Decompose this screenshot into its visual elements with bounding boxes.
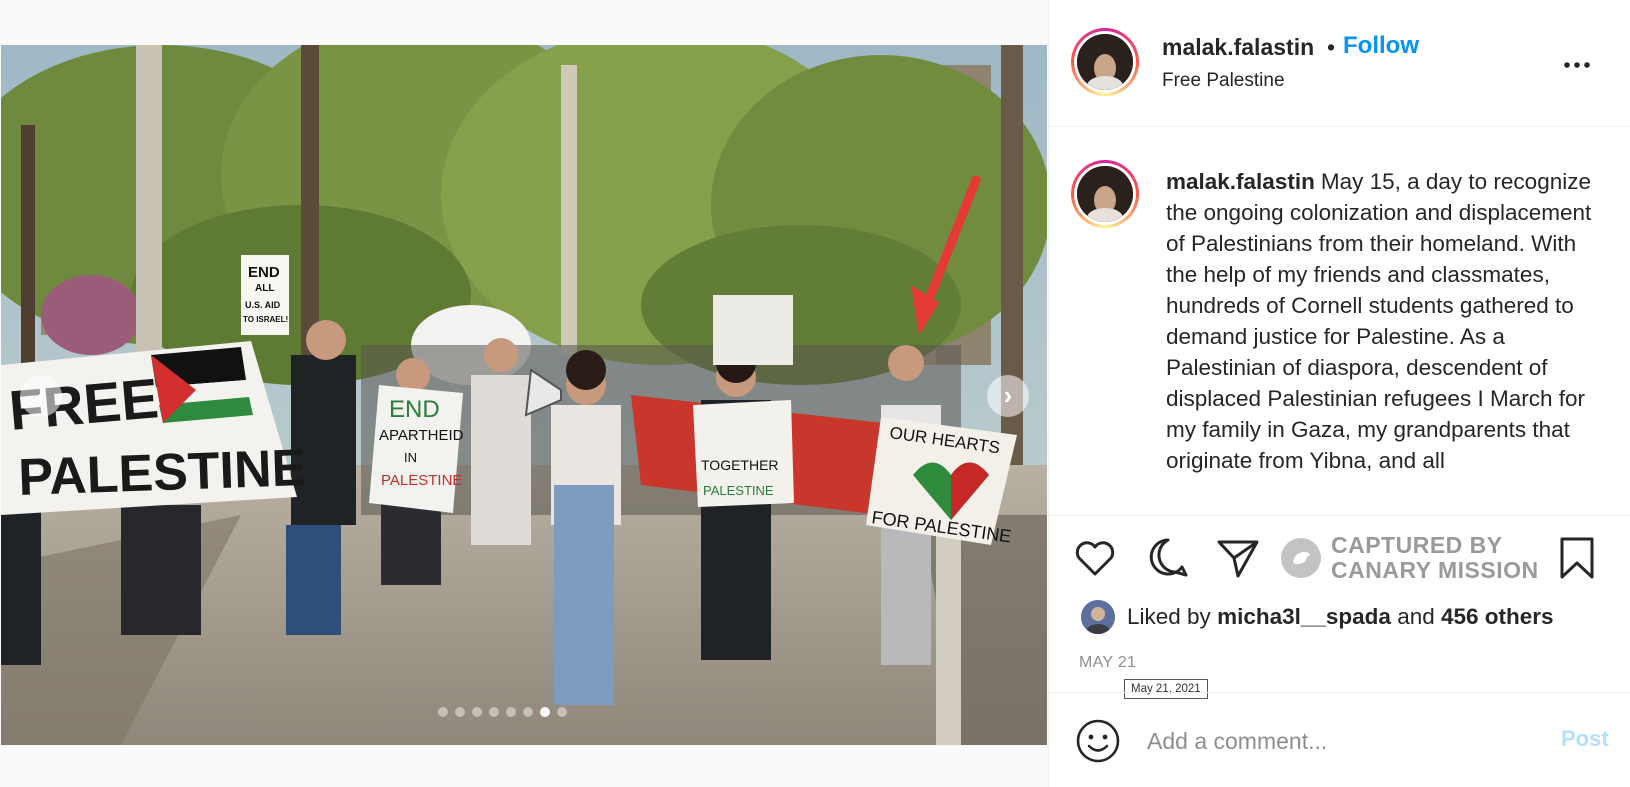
- carousel-dot: [540, 707, 550, 717]
- likes-summary: Liked by micha3l__spada and 456 others: [1081, 600, 1554, 634]
- banner-text-palestine: PALESTINE: [17, 439, 307, 507]
- canary-mission-watermark: CAPTURED BY CANARY MISSION: [1281, 533, 1539, 583]
- watermark-line-2: CANARY MISSION: [1331, 557, 1539, 583]
- sign-apartheid-2: APARTHEID: [379, 427, 464, 444]
- carousel-dot: [557, 707, 567, 717]
- carousel-dot: [438, 707, 448, 717]
- emoji-button[interactable]: [1075, 718, 1121, 764]
- likes-and: and: [1397, 604, 1435, 629]
- carousel-dot: [523, 707, 533, 717]
- more-horizontal-icon: [1564, 62, 1590, 68]
- save-button[interactable]: [1553, 534, 1601, 582]
- share-button[interactable]: [1214, 534, 1262, 582]
- caption-text: malak.falastin May 15, a day to recognize…: [1166, 166, 1606, 476]
- author-username[interactable]: malak.falastin: [1162, 34, 1314, 61]
- post-location[interactable]: Free Palestine: [1162, 70, 1285, 92]
- sign-end-aid-4: TO ISRAEL!: [243, 315, 288, 324]
- protest-photo-illustration: FREE PALESTINE END ALL U.S. AID TO ISRAE…: [1, 45, 1047, 745]
- author-avatar[interactable]: [1071, 28, 1139, 96]
- avatar-photo: [1077, 34, 1133, 90]
- sign-together-2: PALESTINE: [703, 483, 774, 498]
- comment-button[interactable]: [1144, 534, 1192, 582]
- caption-body: May 15, a day to recognize the ongoing c…: [1166, 169, 1592, 473]
- likes-prefix: Liked by: [1127, 604, 1211, 629]
- chevron-right-icon: ›: [1003, 379, 1013, 410]
- liker-username[interactable]: micha3l__spada: [1217, 604, 1391, 629]
- post-date[interactable]: MAY 21: [1079, 654, 1136, 672]
- smiley-icon: [1076, 719, 1120, 763]
- action-bar: CAPTURED BY CANARY MISSION: [1049, 530, 1630, 590]
- caption-username[interactable]: malak.falastin: [1166, 169, 1315, 194]
- carousel-indicator: [438, 707, 567, 717]
- post-photo[interactable]: FREE PALESTINE END ALL U.S. AID TO ISRAE…: [1, 45, 1047, 745]
- heart-icon: [1075, 541, 1115, 576]
- paper-plane-icon: [1217, 540, 1259, 578]
- comment-icon: [1149, 538, 1188, 577]
- post-sidebar: malak.falastin • Follow Free Palestine m…: [1048, 0, 1630, 787]
- comment-input[interactable]: [1147, 723, 1517, 759]
- media-pane: FREE PALESTINE END ALL U.S. AID TO ISRAE…: [0, 0, 1048, 787]
- carousel-dot: [455, 707, 465, 717]
- avatar-photo: [1077, 166, 1133, 222]
- carousel-next-button[interactable]: ›: [987, 375, 1029, 417]
- follow-button[interactable]: Follow: [1343, 32, 1419, 60]
- separator-dot: •: [1327, 34, 1336, 60]
- carousel-dot: [489, 707, 499, 717]
- canary-bird-icon: [1281, 538, 1321, 578]
- likes-others[interactable]: 456 others: [1441, 604, 1554, 629]
- more-options-button[interactable]: [1559, 50, 1595, 74]
- chevron-left-icon: ‹: [36, 379, 46, 410]
- sign-end-aid-3: U.S. AID: [245, 300, 281, 310]
- post-header: malak.falastin • Follow Free Palestine: [1049, 0, 1630, 127]
- caption-area: malak.falastin May 15, a day to recognize…: [1049, 128, 1630, 516]
- liker-avatar[interactable]: [1081, 600, 1115, 634]
- sign-end-aid-1: END: [248, 264, 280, 281]
- likes-text: Liked by micha3l__spada and 456 others: [1127, 604, 1554, 630]
- comment-bar: Post: [1049, 692, 1630, 787]
- post-comment-button[interactable]: Post: [1561, 726, 1609, 752]
- sign-apartheid-1: END: [389, 396, 440, 423]
- bookmark-icon: [1560, 537, 1594, 579]
- carousel-prev-button[interactable]: ‹: [20, 375, 62, 417]
- sign-together-1: TOGETHER: [701, 457, 779, 473]
- carousel-dot: [506, 707, 516, 717]
- caption-author-avatar[interactable]: [1071, 160, 1139, 228]
- sign-end-aid-2: ALL: [255, 283, 274, 294]
- carousel-dot: [472, 707, 482, 717]
- watermark-line-1: CAPTURED BY: [1331, 532, 1503, 558]
- like-button[interactable]: [1071, 534, 1119, 582]
- sign-apartheid-3: IN: [404, 450, 417, 465]
- sign-apartheid-4: PALESTINE: [381, 472, 462, 489]
